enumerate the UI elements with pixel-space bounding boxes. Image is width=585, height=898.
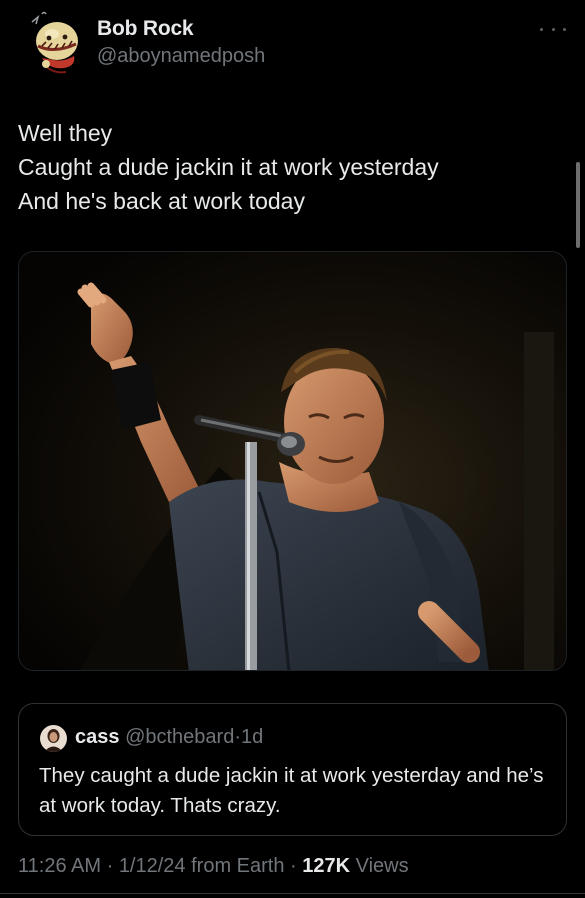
views-count[interactable]: 127K <box>302 855 350 877</box>
tweet-date[interactable]: 1/12/24 <box>119 855 186 877</box>
meta-separator: · <box>101 855 119 877</box>
quote-avatar[interactable] <box>40 725 67 752</box>
quote-separator: · <box>234 726 241 748</box>
quote-author-name[interactable]: cass <box>75 726 120 748</box>
tweet-text: Well they Caught a dude jackin it at wor… <box>18 116 558 218</box>
scrollbar[interactable] <box>576 162 580 248</box>
more-dot <box>540 27 543 31</box>
tweet-media-image[interactable] <box>18 251 567 671</box>
author-avatar[interactable] <box>24 8 96 80</box>
quote-avatar-icon <box>40 725 67 752</box>
tweet-text-line: Well they <box>18 120 113 146</box>
photo-singer-at-microphone-icon <box>19 252 566 670</box>
quote-author-handle[interactable]: @bcthebard <box>125 726 234 748</box>
divider <box>0 893 585 894</box>
more-dot <box>563 27 566 31</box>
more-dot <box>551 27 555 31</box>
author-handle[interactable]: @aboynamedposh <box>97 45 265 68</box>
quote-text: They caught a dude jackin it at work yes… <box>39 764 544 817</box>
author-name[interactable]: Bob Rock <box>97 17 194 41</box>
tweet-text-line: And he's back at work today <box>18 188 305 214</box>
cartoon-character-avatar-icon <box>31 11 78 74</box>
tweet-time[interactable]: 11:26 AM <box>18 855 101 877</box>
tweet-source: from Earth <box>185 855 285 877</box>
quote-header: cass @bcthebard·1d <box>75 726 263 749</box>
quoted-tweet-card[interactable]: cass @bcthebard·1d They caught a dude ja… <box>18 703 567 836</box>
tweet-text-line: Caught a dude jackin it at work yesterda… <box>18 154 439 180</box>
tweet-meta: 11:26 AM · 1/12/24 from Earth · 127K Vie… <box>18 855 409 878</box>
more-horizontal-icon[interactable] <box>540 22 566 36</box>
quote-time[interactable]: 1d <box>241 726 263 748</box>
views-label: Views <box>350 855 409 877</box>
meta-separator: · <box>284 855 303 877</box>
